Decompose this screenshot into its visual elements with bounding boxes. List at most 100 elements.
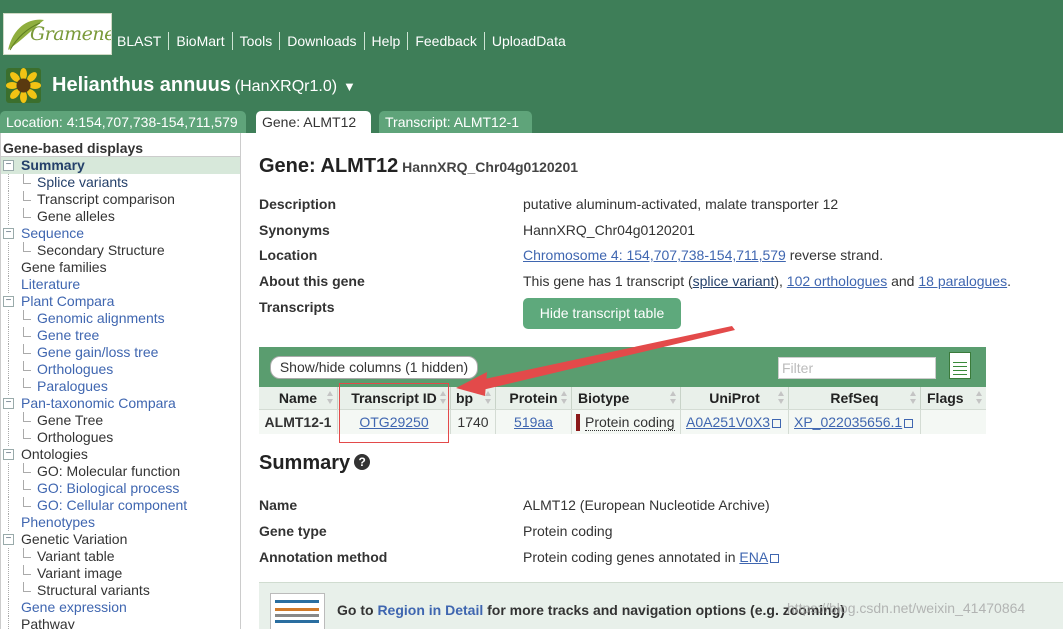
collapse-icon[interactable]: −: [3, 160, 14, 171]
sidebar-item-label: Orthologues: [37, 361, 114, 377]
help-icon[interactable]: ?: [354, 453, 371, 470]
cell-bp: 1740: [451, 409, 496, 434]
sidebar-heading: Gene-based displays: [1, 139, 240, 157]
sidebar-item-variant-image[interactable]: Variant image: [1, 565, 240, 582]
nav-tools[interactable]: Tools: [233, 32, 281, 50]
sidebar-item-label: Orthologues: [37, 429, 114, 445]
export-spreadsheet-icon[interactable]: [949, 352, 971, 379]
nav-uploaddata[interactable]: UploadData: [485, 32, 573, 50]
species-dropdown-icon[interactable]: ▼: [343, 79, 356, 94]
sidebar-item-label: Plant Compara: [21, 293, 115, 309]
nav-blast[interactable]: BLAST: [110, 32, 170, 50]
tree-line: [8, 480, 9, 497]
tree-line: [8, 548, 9, 565]
show-hide-columns-button[interactable]: Show/hide columns (1 hidden): [270, 356, 478, 379]
sidebar-item-orthologues[interactable]: Orthologues: [1, 429, 240, 446]
species-name: Helianthus annuus: [52, 74, 231, 96]
collapse-icon[interactable]: −: [3, 398, 14, 409]
ena-link[interactable]: ENA: [739, 549, 768, 565]
cell-flags: [921, 409, 986, 434]
tab-transcript[interactable]: Transcript: ALMT12-1: [379, 111, 532, 133]
location-label: Location: [259, 247, 318, 263]
sidebar-item-label: Ontologies: [21, 446, 88, 462]
col-bp[interactable]: bp: [451, 387, 496, 409]
sidebar-item-structural-variants[interactable]: Structural variants: [1, 582, 240, 599]
nav-help[interactable]: Help: [365, 32, 409, 50]
uniprot-link[interactable]: A0A251V0X3: [686, 414, 770, 430]
annotation-prefix: Protein coding genes annotated in: [523, 549, 740, 565]
sidebar-item-label: GO: Cellular component: [37, 497, 188, 513]
sidebar-item-gene-expression[interactable]: Gene expression: [1, 599, 240, 616]
watermark-text: https://blog.csdn.net/weixin_41470864: [787, 600, 1026, 616]
tree-line: [8, 582, 9, 599]
sidebar-item-label: Pathway: [21, 616, 75, 629]
tree-branch: [23, 191, 31, 201]
sidebar-item-ontologies[interactable]: − Ontologies: [1, 446, 240, 463]
col-name[interactable]: Name: [259, 387, 338, 409]
sort-icon: [485, 391, 492, 405]
tree-branch: [23, 174, 31, 184]
sidebar-item-plant-compara[interactable]: − Plant Compara: [1, 293, 240, 310]
nav-downloads[interactable]: Downloads: [280, 32, 365, 50]
sidebar-item-splice-variants[interactable]: Splice variants: [1, 174, 240, 191]
sidebar-item-variant-table[interactable]: Variant table: [1, 548, 240, 565]
sidebar-item-gene-alleles[interactable]: Gene alleles: [1, 208, 240, 225]
col-biotype[interactable]: Biotype: [572, 387, 681, 409]
collapse-icon[interactable]: −: [3, 228, 14, 239]
filter-input[interactable]: Filter: [778, 357, 936, 379]
sidebar-item-go-biological-process[interactable]: GO: Biological process: [1, 480, 240, 497]
sidebar-item-genetic-variation[interactable]: − Genetic Variation: [1, 531, 240, 548]
gramene-logo[interactable]: Gramene: [3, 13, 112, 55]
page-title: Gene: ALMT12 HannXRQ_Chr04g0120201: [259, 155, 578, 178]
sidebar-item-go-molecular-function[interactable]: GO: Molecular function: [1, 463, 240, 480]
sort-icon: [670, 391, 677, 405]
about-mid2: and: [887, 273, 919, 289]
tab-location[interactable]: Location: 4:154,707,738-154,711,579: [0, 111, 246, 133]
col-refseq[interactable]: RefSeq: [789, 387, 921, 409]
sidebar-item-pathway[interactable]: Pathway: [1, 616, 240, 629]
col-flags[interactable]: Flags: [921, 387, 986, 409]
nav-biomart[interactable]: BioMart: [169, 32, 233, 50]
sidebar-item-gene-tree[interactable]: Gene Tree: [1, 412, 240, 429]
sidebar-item-gene-tree[interactable]: Gene tree: [1, 327, 240, 344]
sidebar-item-paralogues[interactable]: Paralogues: [1, 378, 240, 395]
sidebar-item-literature[interactable]: Literature: [1, 276, 240, 293]
nav-feedback[interactable]: Feedback: [408, 32, 485, 50]
col-protein[interactable]: Protein: [496, 387, 572, 409]
tree-branch: [23, 480, 31, 490]
paralogues-link[interactable]: 18 paralogues: [918, 273, 1007, 289]
collapse-icon[interactable]: −: [3, 449, 14, 460]
sidebar-item-summary[interactable]: − Summary: [1, 157, 240, 174]
sidebar-item-phenotypes[interactable]: Phenotypes: [1, 514, 240, 531]
tree-branch: [23, 565, 31, 575]
col-uniprot-label: UniProt: [709, 390, 760, 406]
hide-transcript-table-button[interactable]: Hide transcript table: [523, 298, 681, 329]
cell-biotype: Protein coding: [572, 409, 681, 434]
region-detail-thumbnail-icon[interactable]: [270, 593, 325, 629]
biotype-value: Protein coding: [585, 414, 675, 431]
sidebar-item-label: Gene gain/loss tree: [37, 344, 159, 360]
sidebar-item-label: Gene tree: [37, 327, 100, 343]
tab-gene[interactable]: Gene: ALMT12: [256, 111, 371, 133]
collapse-icon[interactable]: −: [3, 534, 14, 545]
biotype-color-swatch: [576, 413, 580, 431]
sidebar-item-transcript-comparison[interactable]: Transcript comparison: [1, 191, 240, 208]
refseq-link[interactable]: XP_022035656.1: [794, 414, 902, 430]
about-value: This gene has 1 transcript (splice varia…: [523, 272, 1011, 290]
location-link[interactable]: Chromosome 4: 154,707,738-154,711,579: [523, 247, 786, 263]
splice-variant-link[interactable]: splice variant: [693, 273, 775, 289]
collapse-icon[interactable]: −: [3, 296, 14, 307]
sidebar-item-orthologues[interactable]: Orthologues: [1, 361, 240, 378]
region-in-detail-link[interactable]: Region in Detail: [377, 602, 483, 618]
sidebar-item-secondary-structure[interactable]: Secondary Structure: [1, 242, 240, 259]
protein-link[interactable]: 519aa: [514, 414, 553, 430]
sidebar-item-sequence[interactable]: − Sequence: [1, 225, 240, 242]
sidebar-item-genomic-alignments[interactable]: Genomic alignments: [1, 310, 240, 327]
orthologues-link[interactable]: 102 orthologues: [787, 273, 887, 289]
sidebar-item-go-cellular-component[interactable]: GO: Cellular component: [1, 497, 240, 514]
sidebar-item-pan-taxonomic-compara[interactable]: − Pan-taxonomic Compara: [1, 395, 240, 412]
col-uniprot[interactable]: UniProt: [681, 387, 789, 409]
species-title[interactable]: Helianthus annuus (HanXRQr1.0) ▼: [52, 74, 356, 97]
sidebar-item-gene-families[interactable]: Gene families: [1, 259, 240, 276]
sidebar-item-gene-gain-loss-tree[interactable]: Gene gain/loss tree: [1, 344, 240, 361]
